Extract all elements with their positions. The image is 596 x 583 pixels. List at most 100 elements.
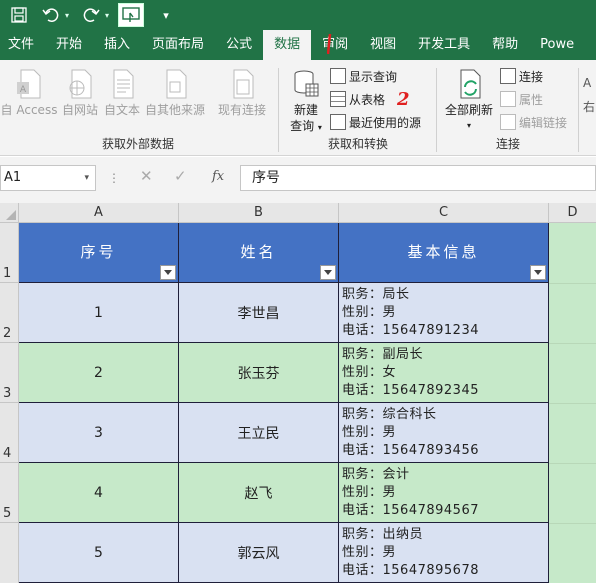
existing-connections-button[interactable]: 现有连接	[214, 68, 270, 118]
other-sources-icon	[166, 69, 187, 99]
chevron-down-icon: ▾	[317, 123, 322, 132]
table-cell-no[interactable]: 2	[19, 343, 179, 403]
tab-home[interactable]: 开始	[45, 30, 93, 60]
name-box-value: A1	[4, 170, 22, 185]
svg-text:A: A	[20, 85, 27, 95]
tab-insert[interactable]: 插入	[93, 30, 141, 60]
worksheet-grid: A B C D 1 2 3 4 5 序号 姓名 基本信息 1 李世昌 职务：局长…	[0, 203, 596, 583]
from-table-button[interactable]: 从表格 2	[330, 88, 410, 110]
show-queries-label: 显示查询	[349, 69, 398, 84]
tab-data[interactable]: 数据	[263, 30, 312, 60]
redo-icon[interactable]	[80, 0, 102, 30]
from-web-button[interactable]: 自网站	[60, 68, 100, 118]
customize-toolbar-icon[interactable]: ▾	[156, 0, 176, 30]
sort-az-button[interactable]: A	[583, 72, 591, 94]
row-header-4[interactable]: 4	[0, 403, 19, 463]
table-icon	[330, 91, 346, 107]
text-file-icon	[113, 69, 134, 99]
tab-view[interactable]: 视图	[359, 30, 407, 60]
touch-mode-icon[interactable]	[118, 3, 144, 27]
enter-icon[interactable]: ✓	[174, 167, 187, 185]
select-all-icon	[6, 210, 16, 220]
tab-power[interactable]: Powe	[529, 30, 585, 60]
tab-file[interactable]: 文件	[0, 30, 45, 60]
row-header-3[interactable]: 3	[0, 343, 19, 403]
row-header-5[interactable]: 5	[0, 463, 19, 523]
from-text-button[interactable]: 自文本	[102, 68, 142, 118]
refresh-icon	[460, 69, 481, 99]
web-icon	[69, 69, 92, 99]
table-cell-info[interactable]: 职务：副局长 性别：女 电话：15647892345	[339, 343, 549, 403]
group-label-connections: 连接	[495, 137, 520, 151]
tab-formulas[interactable]: 公式	[215, 30, 263, 60]
refresh-all-button[interactable]: 全部刷新 ▾	[440, 68, 498, 134]
table-cell-info[interactable]: 职务：会计 性别：男 电话：15647894567	[339, 463, 549, 523]
select-all-button[interactable]	[0, 203, 19, 223]
table-cell-no[interactable]: 5	[19, 523, 179, 583]
formula-input[interactable]: 序号	[240, 165, 596, 191]
chevron-down-icon: ▾	[466, 121, 471, 130]
from-access-button[interactable]: A 自 Access	[0, 68, 58, 118]
redo-dropdown-icon[interactable]: ▾	[102, 0, 112, 30]
save-icon[interactable]	[4, 0, 34, 30]
annotation-mark-2: 2	[397, 88, 410, 110]
grid-line	[549, 463, 596, 464]
tab-review[interactable]: 审阅	[311, 30, 359, 60]
connections-button[interactable]: 连接	[500, 65, 543, 87]
table-cell-name[interactable]: 赵飞	[179, 463, 339, 523]
new-query-label-2: 查询	[290, 119, 315, 133]
edit-links-label: 编辑链接	[519, 115, 568, 130]
insert-function-button[interactable]: fx	[212, 169, 224, 184]
undo-dropdown-icon[interactable]: ▾	[62, 0, 72, 30]
row-header-1[interactable]: 1	[0, 223, 19, 283]
column-header-b[interactable]: B	[179, 203, 339, 223]
table-cell-name[interactable]: 王立民	[179, 403, 339, 463]
table-cell-info[interactable]: 职务：综合科长 性别：男 电话：15647893456	[339, 403, 549, 463]
header-cell-no[interactable]: 序号	[19, 223, 179, 283]
undo-icon[interactable]	[40, 0, 62, 30]
tab-page-layout[interactable]: 页面布局	[141, 30, 215, 60]
column-header-a[interactable]: A	[19, 203, 179, 223]
table-cell-name[interactable]: 张玉芬	[179, 343, 339, 403]
connections-icon	[500, 68, 516, 84]
table-cell-info[interactable]: 职务：局长 性别：男 电话：15647891234	[339, 283, 549, 343]
recent-sources-button[interactable]: 最近使用的源	[330, 111, 421, 133]
ribbon-tabs: 文件 开始 插入 页面布局 公式 数据 审阅 视图 开发工具 帮助 Powe	[0, 30, 596, 60]
properties-button[interactable]: 属性	[500, 88, 543, 110]
filter-dropdown-icon[interactable]	[320, 265, 336, 280]
show-queries-button[interactable]: 显示查询	[330, 65, 397, 87]
chevron-down-icon[interactable]: ▾	[84, 166, 89, 190]
from-other-sources-button[interactable]: 自其他来源	[144, 68, 206, 118]
new-query-button[interactable]: 新建 查询 ▾	[284, 68, 328, 136]
existing-connections-icon	[233, 69, 254, 99]
tab-developer[interactable]: 开发工具	[407, 30, 481, 60]
tab-help[interactable]: 帮助	[481, 30, 529, 60]
properties-icon	[500, 91, 516, 107]
edit-links-button[interactable]: 编辑链接	[500, 111, 567, 133]
show-queries-icon	[330, 68, 346, 84]
table-cell-no[interactable]: 4	[19, 463, 179, 523]
header-cell-info[interactable]: 基本信息	[339, 223, 549, 283]
properties-label: 属性	[519, 92, 544, 107]
filter-dropdown-icon[interactable]	[530, 265, 546, 280]
formula-bar-grip-icon[interactable]: ⋮	[108, 171, 120, 185]
table-cell-no[interactable]: 1	[19, 283, 179, 343]
group-connections: 全部刷新 ▾ 连接 属性 编辑链接 连接	[440, 64, 576, 154]
header-cell-name[interactable]: 姓名	[179, 223, 339, 283]
table-cell-no[interactable]: 3	[19, 403, 179, 463]
column-header-c[interactable]: C	[339, 203, 549, 223]
edit-links-icon	[500, 114, 516, 130]
filter-dropdown-icon[interactable]	[160, 265, 176, 280]
row-header-2[interactable]: 2	[0, 283, 19, 343]
group-label-external: 获取外部数据	[101, 137, 174, 151]
name-box[interactable]: A1 ▾	[0, 165, 96, 191]
cancel-icon[interactable]: ✕	[140, 167, 153, 185]
annotation-mark-1	[326, 33, 332, 55]
sort-button[interactable]: 右	[583, 95, 595, 117]
group-label-transform: 获取和转换	[327, 137, 388, 151]
table-cell-info[interactable]: 职务：出纳员 性别：男 电话：15647895678	[339, 523, 549, 583]
table-cell-name[interactable]: 郭云风	[179, 523, 339, 583]
column-header-d[interactable]: D	[549, 203, 596, 223]
row-header-6[interactable]	[0, 523, 19, 583]
table-cell-name[interactable]: 李世昌	[179, 283, 339, 343]
